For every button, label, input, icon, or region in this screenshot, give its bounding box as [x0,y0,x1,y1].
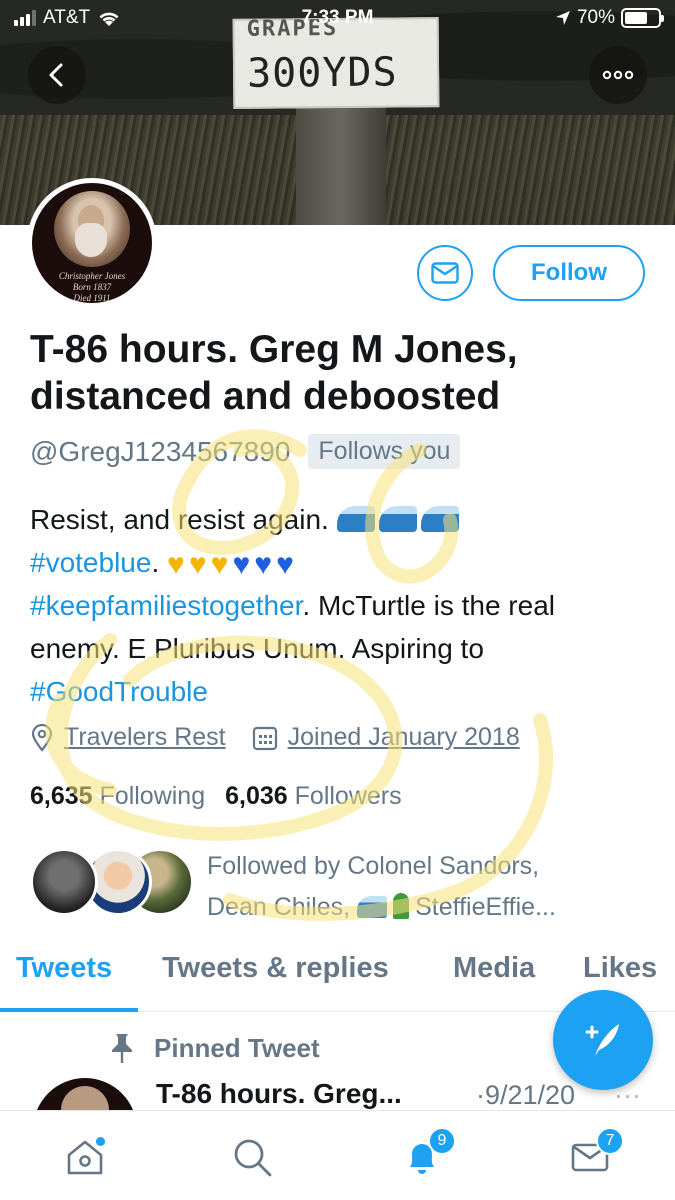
more-options-button[interactable] [589,46,647,104]
message-button[interactable] [417,245,473,301]
bio-line-1: Resist, and resist again. [30,504,329,535]
pin-icon [112,1034,132,1063]
followers-label: Followers [294,782,402,810]
followed-by-line-2a: Dean Chiles, [207,893,351,921]
sign-line-2: 300YDS [246,49,398,97]
messages-badge: 7 [596,1127,624,1155]
wave-emoji-icon [420,506,459,532]
tweet-date: ·9/21/20 [476,1080,576,1110]
profile-bio: Resist, and resist again. #voteblue. ♥ ♥ ♥… [30,498,650,713]
nav-search[interactable] [228,1133,276,1181]
profile-handle: @GregJ1234567890 [30,435,291,467]
location-link[interactable]: Travelers Rest [64,723,226,752]
blue-heart-icon: ♥ [232,548,251,581]
home-unread-dot [96,1137,105,1146]
hashtag-voteblue[interactable]: #voteblue [30,547,151,578]
following-count: 6,635 [30,782,93,810]
banner-post [296,100,386,225]
ellipsis-icon [602,70,634,80]
followed-by-line-1: Followed by Colonel Sandors, [207,852,540,880]
tweet-author-name[interactable]: T-86 hours. Greg... [156,1078,402,1110]
avatar-caption: Christopher Jones Born 1837 Died 1911 [58,271,126,303]
compose-feather-icon [585,1024,619,1056]
tab-media[interactable]: Media [453,952,535,985]
search-icon [234,1139,272,1177]
bio-dot: . [151,547,160,578]
blue-heart-icon: ♥ [276,548,294,581]
avatar-beard [75,223,107,257]
yellow-heart-icon: ♥ [167,548,185,581]
yellow-heart-icon: ♥ [188,548,207,581]
handle-row: @GregJ1234567890 Follows you [30,434,461,469]
nav-home[interactable] [61,1133,109,1181]
active-tab-indicator [0,1008,138,1012]
followed-by-row[interactable]: Followed by Colonel Sandors, Dean Chiles… [30,846,637,928]
followers-count-link[interactable]: 6,036 Followers [225,782,402,811]
tab-likes[interactable]: Likes [583,952,657,985]
notifications-badge: 9 [428,1127,456,1155]
battery-icon [621,8,664,28]
follows-you-badge: Follows you [308,434,461,469]
nav-notifications[interactable]: 9 [398,1127,456,1181]
battery-percent: 70% [576,7,615,28]
followed-by-text: Followed by Colonel Sandors, Dean Chiles… [207,846,637,928]
wave-emoji-icon [357,896,388,918]
hashtag-keepfamiliestogether[interactable]: #keepfamiliestogether [30,590,302,621]
tab-tweets-replies[interactable]: Tweets & replies [162,952,389,985]
follow-button[interactable]: Follow [493,245,645,301]
followers-count: 6,036 [225,782,288,810]
location-pin-icon [31,723,53,752]
nav-messages[interactable]: 7 [566,1127,624,1181]
chevron-left-icon [49,63,63,87]
profile-meta: Travelers Rest Joined January 2018 [30,723,534,752]
follower-avatar [30,848,98,916]
cactus-emoji-icon [393,893,410,919]
profile-name: T-86 hours. Greg M Jones, distanced and … [30,328,518,418]
tab-tweets[interactable]: Tweets [16,952,112,985]
follow-counts: 6,635 Following 6,036 Followers [30,782,402,811]
bottom-navigation: 9 7 [0,1110,675,1200]
location-item[interactable]: Travelers Rest [30,723,226,752]
pinned-label: Pinned Tweet [154,1032,320,1063]
followed-by-avatars [30,846,194,918]
status-right: 70% [555,7,664,29]
profile-avatar[interactable]: Christopher Jones Born 1837 Died 1911 [27,178,157,308]
compose-tweet-button[interactable] [553,990,653,1090]
envelope-icon [431,262,459,284]
pinned-tweet-header: Pinned Tweet [108,1032,320,1064]
blue-heart-icon: ♥ [254,548,273,581]
joined-date: Joined January 2018 [287,723,520,751]
wave-emoji-icon [378,506,417,532]
calendar-icon [252,726,277,750]
location-arrow-icon [555,11,570,25]
hashtag-goodtrouble[interactable]: #GoodTrouble [30,676,208,707]
wave-emoji-icon [336,506,375,532]
following-label: Following [99,782,206,810]
back-button[interactable] [28,46,86,104]
joined-item: Joined January 2018 [252,723,520,752]
yellow-heart-icon: ♥ [210,548,229,581]
following-count-link[interactable]: 6,635 Following [30,782,205,811]
status-bar: AT&T 7:33 PM 70% [0,0,675,36]
followed-by-line-2b: SteffieEffie... [415,893,556,921]
